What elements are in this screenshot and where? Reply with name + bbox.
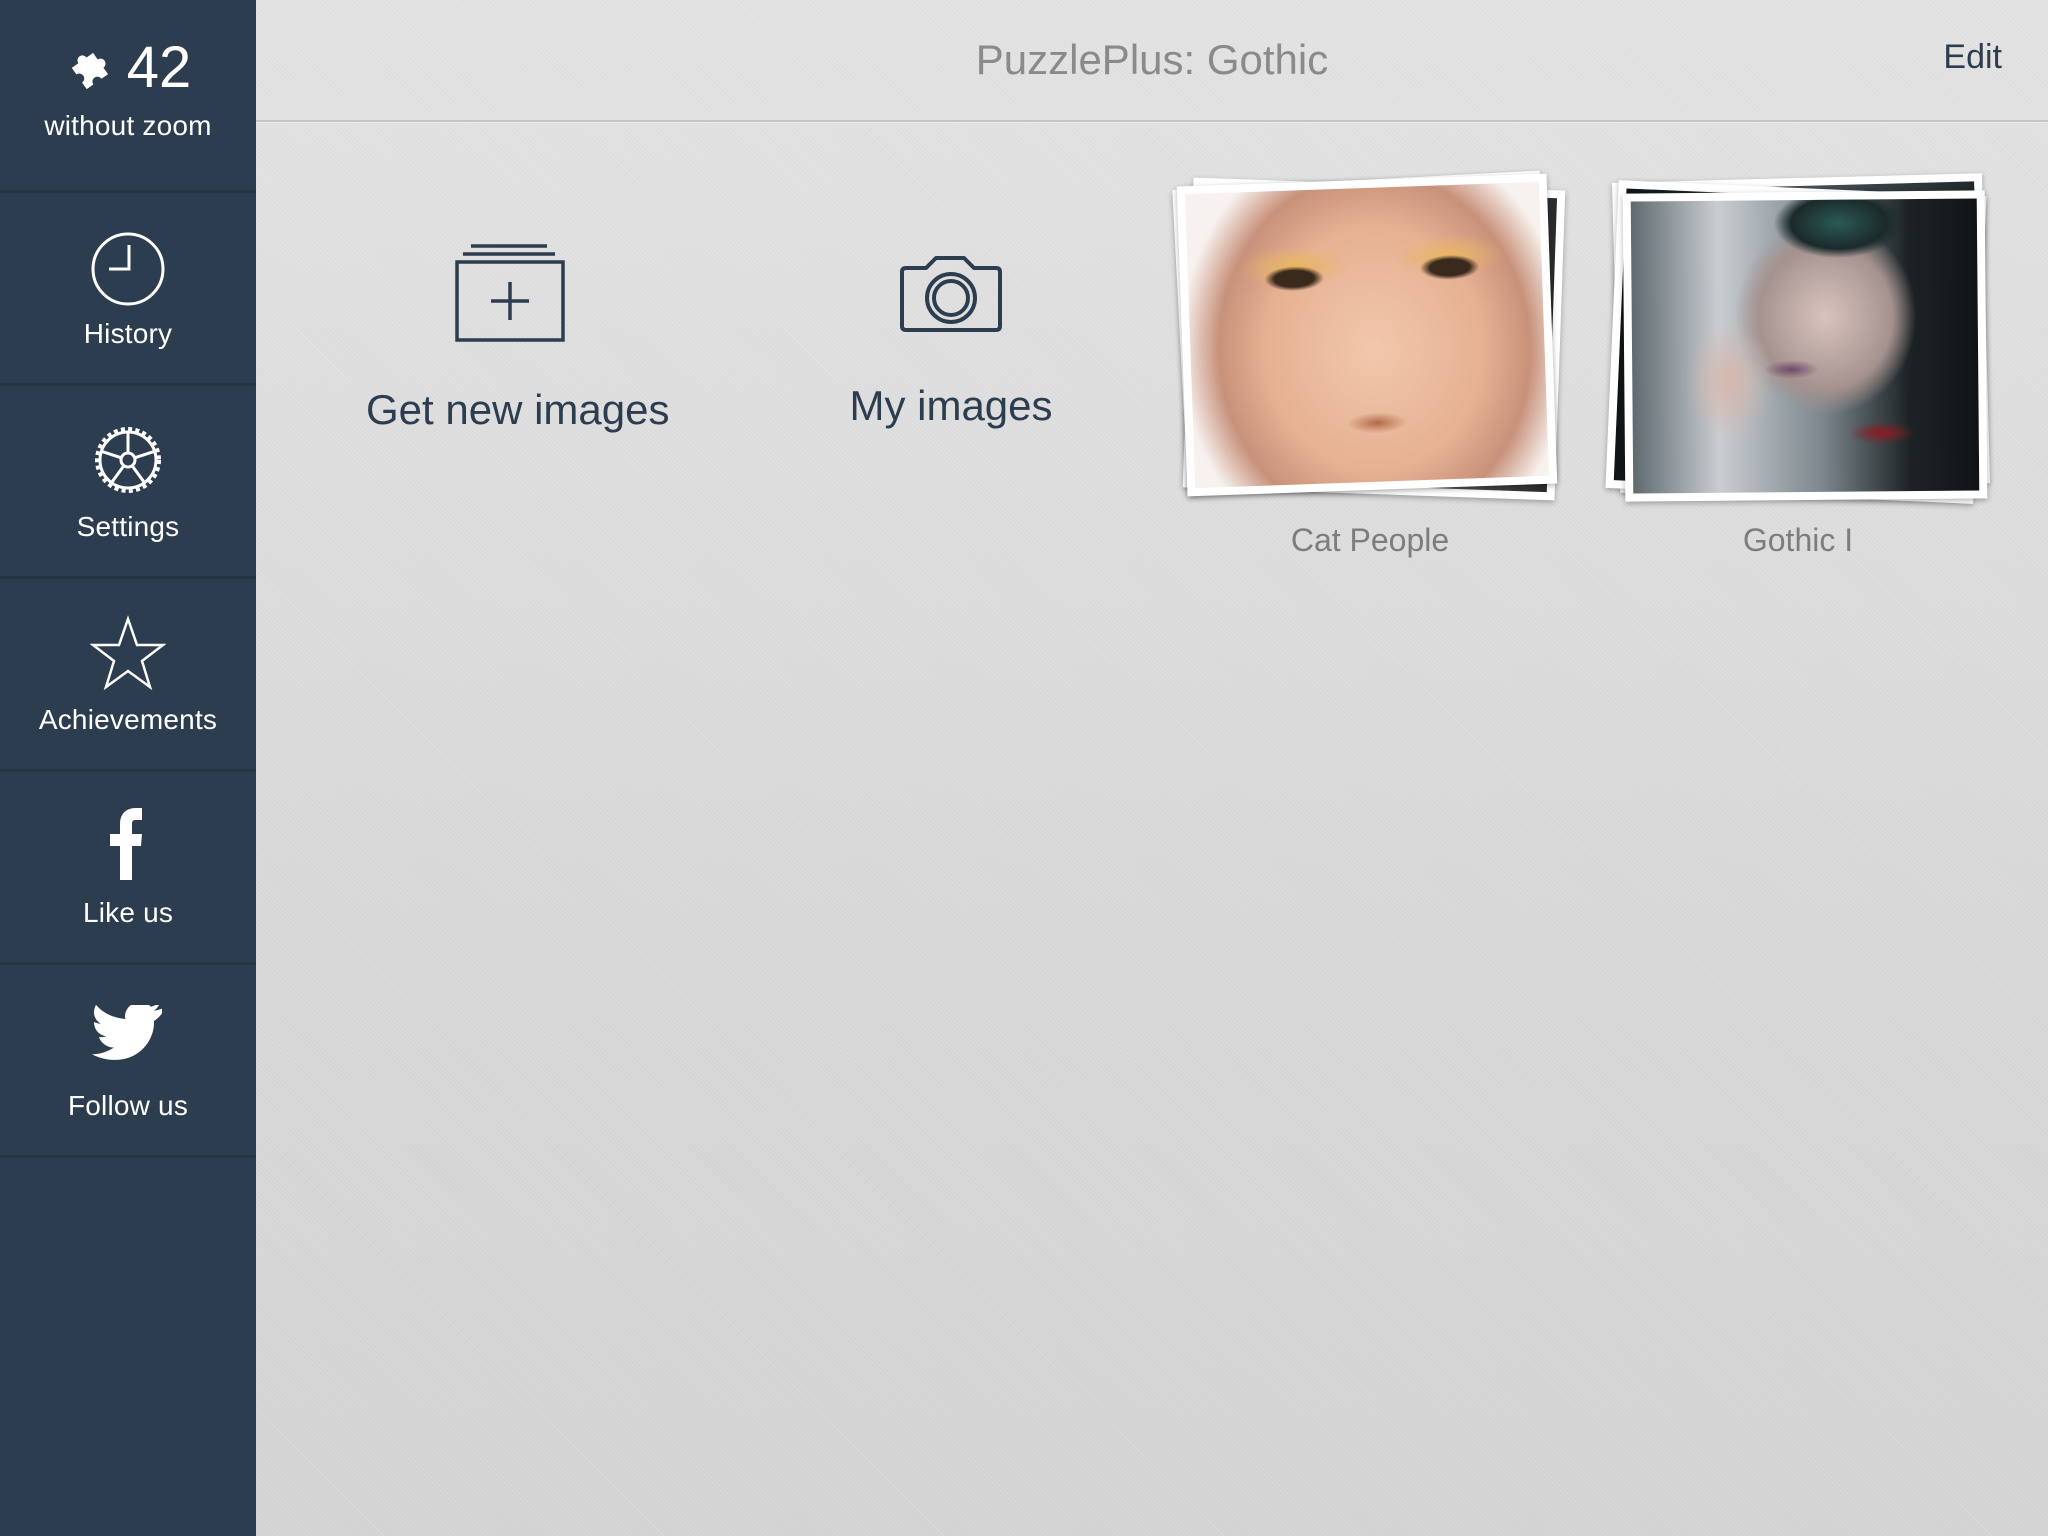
gear-icon	[95, 427, 161, 493]
album-cover-photo	[1176, 173, 1558, 497]
sidebar-item-label: Achievements	[38, 704, 218, 735]
twitter-icon	[92, 1005, 162, 1060]
sidebar-item-like-us[interactable]: Like us	[0, 772, 256, 965]
sidebar-item-label: Like us	[82, 897, 174, 928]
puzzle-counter: 42 without zoom	[0, 0, 256, 193]
sidebar-item-settings[interactable]: Settings	[0, 386, 256, 579]
sidebar-item-achievements[interactable]: Achievements	[0, 579, 256, 772]
get-new-images-button[interactable]: Get new images	[366, 230, 670, 434]
photo-image	[1630, 198, 1980, 494]
action-label: Get new images	[366, 386, 670, 433]
action-label: My images	[849, 382, 1053, 429]
add-images-icon	[455, 244, 565, 342]
sidebar-item-history[interactable]: History	[0, 193, 256, 386]
main-content: PuzzlePlus: Gothic Edit Get new images M…	[256, 0, 2048, 1536]
puzzle-count: 42	[126, 35, 192, 100]
sidebar-item-label: History	[83, 318, 173, 349]
sidebar-item-follow-us[interactable]: Follow us	[0, 965, 256, 1158]
sidebar-item-label: Settings	[76, 511, 180, 542]
counter-row: 42	[0, 38, 256, 98]
album-title: Cat People	[1290, 522, 1450, 558]
puzzle-piece-icon	[71, 52, 108, 90]
album-cat-people[interactable]: Cat People	[1170, 170, 1570, 570]
album-gothic-1[interactable]: Gothic I	[1598, 170, 1998, 570]
camera-icon	[900, 256, 1002, 332]
sidebar-item-label: Follow us	[67, 1090, 189, 1121]
page-title: PuzzlePlus: Gothic	[975, 36, 1329, 83]
top-bar: PuzzlePlus: Gothic Edit	[256, 0, 2048, 122]
album-title: Gothic I	[1742, 522, 1854, 558]
clock-icon	[91, 232, 165, 306]
facebook-icon	[110, 808, 142, 880]
photo-image	[1184, 181, 1550, 489]
edit-button[interactable]: Edit	[1943, 38, 2002, 77]
star-icon	[90, 615, 166, 691]
my-images-button[interactable]: My images	[826, 230, 1076, 430]
sidebar: 42 without zoom History Settings Achieve…	[0, 0, 256, 1536]
counter-caption: without zoom	[44, 110, 212, 141]
album-cover-photo	[1622, 190, 1988, 502]
